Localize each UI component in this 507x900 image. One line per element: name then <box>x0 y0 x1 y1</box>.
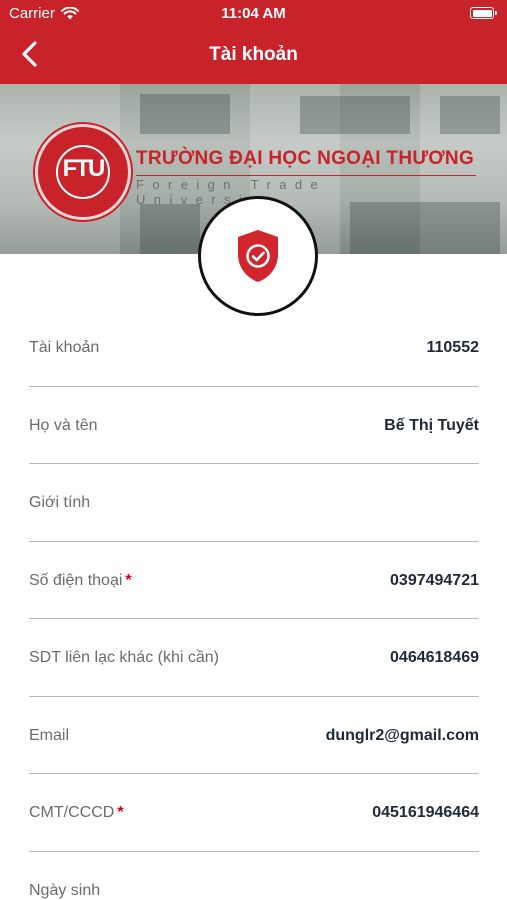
field-row-id-card[interactable]: CMT/CCCD * 045161946464 <box>29 774 479 852</box>
field-value: 0397494721 <box>390 571 479 589</box>
field-value: 045161946464 <box>372 804 479 821</box>
university-subtitle: Foreign Trade University <box>136 175 476 207</box>
status-bar: Carrier 11:04 AM <box>0 0 507 26</box>
page-title: Tài khoản <box>209 44 298 65</box>
field-label: Giới tính <box>29 494 91 511</box>
field-row-email[interactable]: Email dunglr2@gmail.com <box>29 697 479 774</box>
account-info-list: Tài khoản 110552 Họ và tên Bế Thị Tuyết … <box>29 309 479 900</box>
field-value: 0464618469 <box>390 649 479 666</box>
field-row-full-name: Họ và tên Bế Thị Tuyết <box>29 387 479 464</box>
field-row-alt-phone[interactable]: SDT liên lạc khác (khi cần) 0464618469 <box>29 619 479 697</box>
nav-bar: Tài khoản <box>0 26 507 84</box>
university-seal-logo: FTU <box>35 124 131 220</box>
field-label: SDT liên lạc khác (khi cần) <box>29 649 219 666</box>
clock: 11:04 AM <box>221 5 286 22</box>
account-badge <box>198 196 318 316</box>
field-value: 110552 <box>426 339 479 356</box>
field-row-birthdate[interactable]: Ngày sinh <box>29 852 479 900</box>
seal-monogram: FTU <box>62 155 106 182</box>
field-label: Ngày sinh <box>29 881 101 899</box>
field-label: Tài khoản <box>29 339 100 356</box>
field-label: Số điện thoại * <box>29 571 132 589</box>
field-row-account: Tài khoản 110552 <box>29 309 479 387</box>
field-row-phone[interactable]: Số điện thoại * 0397494721 <box>29 542 479 619</box>
shield-check-icon <box>238 230 278 282</box>
battery-icon <box>470 7 497 19</box>
field-label: Họ và tên <box>29 416 98 434</box>
field-value: dunglr2@gmail.com <box>325 726 479 744</box>
required-mark: * <box>117 804 124 821</box>
field-label: CMT/CCCD * <box>29 804 124 821</box>
university-name: TRƯỜNG ĐẠI HỌC NGOẠI THƯƠNG <box>136 148 475 169</box>
field-row-gender[interactable]: Giới tính <box>29 464 479 542</box>
field-value: Bế Thị Tuyết <box>384 416 479 434</box>
field-label: Email <box>29 726 70 744</box>
required-mark: * <box>125 571 132 589</box>
